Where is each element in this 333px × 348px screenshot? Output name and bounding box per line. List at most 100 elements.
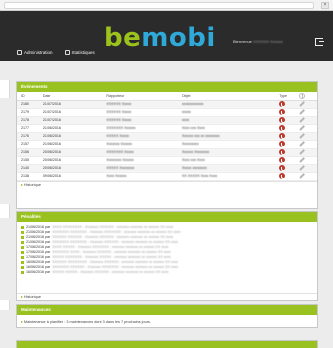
phone-icon[interactable] <box>279 109 286 115</box>
cell-type <box>279 124 300 133</box>
cell-action <box>299 124 317 133</box>
arrow-icon: ▸ <box>21 295 23 299</box>
phone-icon[interactable] <box>279 149 286 155</box>
bullet-icon <box>21 266 24 269</box>
cell-objet: Xxxxxxxxx <box>181 140 280 149</box>
pencil-icon[interactable] <box>299 141 305 147</box>
phone-icon[interactable] <box>279 141 286 147</box>
side-tab[interactable] <box>0 204 10 218</box>
cell-action <box>299 140 317 149</box>
cell-objet: xxxx <box>181 116 280 125</box>
phone-icon[interactable] <box>279 125 286 131</box>
cell-objet: XX XXXXX Xxxx Xxxx <box>181 172 280 181</box>
cell-type <box>279 100 300 109</box>
phone-icon[interactable] <box>279 117 286 123</box>
pencil-icon[interactable] <box>299 157 305 163</box>
table-row[interactable]: 2157 21/06/2016 Xxxxxxx Xxxxxx Xxxxxxxxx <box>17 140 317 149</box>
address-bar[interactable] <box>4 2 314 9</box>
cell-action <box>299 100 317 109</box>
pencil-icon[interactable] <box>299 173 305 179</box>
cell-objet: Xxxxxx Xxxxxxxx <box>181 148 280 157</box>
table-row[interactable]: 2177 21/06/2016 XXXXXXX Xxxxxx Xxxx xxx Xxx… <box>17 124 317 133</box>
cell-date: 20/06/2016 <box>42 164 107 173</box>
table-row[interactable]: 2176 21/06/2016 XXXXX Xxxxx Xxxxxx xxx xx x… <box>17 132 317 141</box>
list-item[interactable]: 16/06/2016 par XXXXX XXXXX - Xxxxxxx XXXX… <box>21 270 313 275</box>
table-row[interactable]: 2155 20/06/2016 Xxxxxxxx Xxxxxx Xxxx xxx Xx… <box>17 156 317 165</box>
penalties-history-link[interactable]: ▸Historique <box>17 293 317 300</box>
phone-icon[interactable] <box>279 173 286 179</box>
pencil-icon[interactable] <box>299 101 305 107</box>
cell-action <box>299 116 317 125</box>
browser-close-icon[interactable]: × <box>321 2 329 9</box>
cell-objet: Xxxxx xxxxxxxx <box>181 164 280 173</box>
history-label: Historique <box>23 295 41 299</box>
maintenances-panel: Maintenances ▸Maintenance à planifier : … <box>16 304 318 328</box>
cell-date: 21/06/2016 <box>42 132 107 141</box>
table-row[interactable]: 2180 21/07/2016 XXXXXX Xxxxx xxxxxxxxxxxx <box>17 100 317 109</box>
cell-rapporteur: XXXXXX Xxxxx <box>106 116 182 125</box>
pencil-icon[interactable] <box>299 125 305 131</box>
col-id[interactable]: ID <box>17 92 43 101</box>
phone-icon[interactable] <box>279 133 286 139</box>
cell-objet: Xxxx xxx Xxxx <box>181 124 280 133</box>
side-tab[interactable] <box>0 80 10 98</box>
cell-date: 20/06/2016 <box>42 156 107 165</box>
stats-chart-icon <box>64 50 70 55</box>
maintenance-text: Maintenance à planifier : 3 maintenances… <box>23 320 151 324</box>
col-type[interactable]: Type <box>279 92 300 101</box>
events-table: ID Date Rapporteur Objet Type 2180 21/07/… <box>17 92 317 181</box>
table-row[interactable]: 2178 21/07/2016 XXXXXX Xxxxx xxxx <box>17 116 317 125</box>
table-row[interactable]: 2138 09/06/2016 Xxxx Xxxxxx XX XXXXX Xxxx X… <box>17 172 317 181</box>
phone-icon[interactable] <box>279 157 286 163</box>
nav-item-label: Administration <box>24 50 53 55</box>
events-title: Événements <box>17 82 317 92</box>
pencil-icon[interactable] <box>299 165 305 171</box>
nav-item-administration[interactable]: Administration <box>17 50 53 55</box>
cell-id: 2138 <box>17 172 43 181</box>
penalty-date: 16/06/2016 par <box>26 270 51 274</box>
bullet-icon <box>21 246 24 249</box>
col-rapporteur[interactable]: Rapporteur <box>106 92 182 101</box>
table-row[interactable]: 2179 21/07/2016 XXXXXX Xxxxx xxxxx <box>17 108 317 117</box>
events-panel: Événements ID Date Rapporteur Objet Type… <box>16 81 318 209</box>
bullet-icon <box>21 241 24 244</box>
bullet-icon <box>21 251 24 254</box>
bullet-icon <box>21 231 24 234</box>
pencil-icon[interactable] <box>299 109 305 115</box>
phone-icon[interactable] <box>279 101 286 107</box>
cell-type <box>279 108 300 117</box>
maintenance-summary[interactable]: ▸Maintenance à planifier : 3 maintenance… <box>17 315 317 328</box>
main-nav: Administration Statistiques <box>0 44 333 61</box>
pencil-icon[interactable] <box>299 133 305 139</box>
pencil-icon[interactable] <box>299 117 305 123</box>
col-action <box>299 92 317 101</box>
cell-id: 2180 <box>17 100 43 109</box>
cell-action <box>299 156 317 165</box>
cell-type <box>279 116 300 125</box>
side-tab[interactable] <box>0 300 10 310</box>
cell-action <box>299 172 317 181</box>
cell-rapporteur: Xxxx Xxxxxx <box>106 172 182 181</box>
col-objet[interactable]: Objet <box>181 92 280 101</box>
cell-type <box>279 164 300 173</box>
next-panel <box>16 340 318 348</box>
table-row[interactable]: 2140 20/06/2016 XXXXX Xxxxxxxx Xxxxx xxxxxx… <box>17 164 317 173</box>
cell-date: 21/07/2016 <box>42 108 107 117</box>
phone-icon[interactable] <box>279 165 286 171</box>
nav-item-statistiques[interactable]: Statistiques <box>64 50 95 55</box>
arrow-icon: ▸ <box>21 320 23 324</box>
cell-date: 09/06/2016 <box>42 172 107 181</box>
penalties-panel: Pénalités 21/06/2016 par XXXX XXXXXXXX - … <box>16 211 318 301</box>
table-row[interactable]: 2156 20/06/2016 XXXXXXX Xxxxx Xxxxxx Xxxxxx… <box>17 148 317 157</box>
penalties-title: Pénalités <box>17 212 317 222</box>
cell-id: 2155 <box>17 156 43 165</box>
bullet-icon <box>21 236 24 239</box>
history-label: Historique <box>23 182 41 187</box>
add-icon[interactable] <box>299 92 306 99</box>
cell-date: 21/06/2016 <box>42 124 107 133</box>
col-date[interactable]: Date <box>42 92 107 101</box>
events-history-link[interactable]: ▸Historique <box>17 180 317 188</box>
cell-objet: Xxxxxx xxx xx xxxxxxxx <box>181 132 280 141</box>
pencil-icon[interactable] <box>299 149 305 155</box>
cell-objet: Xxxx xxx Xxxx <box>181 156 280 165</box>
